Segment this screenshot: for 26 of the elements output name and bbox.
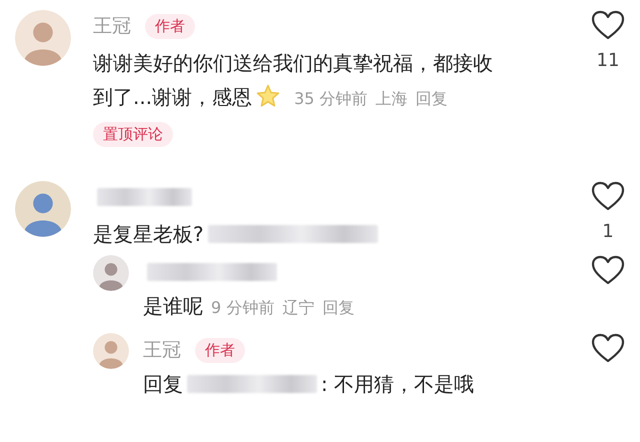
avatar[interactable] <box>93 255 129 291</box>
like-count: 1 <box>602 221 614 242</box>
comment-text: 到了...谢谢，感恩 <box>93 85 252 109</box>
like-icon[interactable] <box>591 255 625 285</box>
comment-meta: 上海 <box>376 89 408 108</box>
like-icon[interactable] <box>591 181 625 211</box>
reply-link[interactable]: 回复 <box>322 298 354 317</box>
reply-link[interactable]: 回复 <box>416 89 448 108</box>
comment-text: 谢谢美好的你们送给我们的真挚祝福，都接收 <box>93 51 493 75</box>
user-name[interactable]: 王冠 <box>143 337 181 363</box>
avatar[interactable] <box>15 181 71 237</box>
comment-text: 回复 <box>143 372 183 396</box>
comment-meta: 辽宁 <box>282 298 314 317</box>
star-emoji-icon <box>256 84 280 108</box>
user-name[interactable]: 王冠 <box>93 13 131 39</box>
like-count: 11 <box>596 50 620 71</box>
pinned-badge: 置顶评论 <box>93 122 173 147</box>
like-icon[interactable] <box>591 10 625 40</box>
author-badge: 作者 <box>195 338 245 362</box>
author-badge: 作者 <box>145 14 195 38</box>
comment-text: 是谁呢 <box>143 294 203 318</box>
comment-text: 是复星老板? <box>93 222 204 246</box>
comment-meta: 35 分钟前 <box>294 89 368 108</box>
comment-meta: 9 分钟前 <box>211 298 274 317</box>
comment-text: : 不用猜，不是哦 <box>321 372 474 396</box>
like-icon[interactable] <box>591 333 625 363</box>
